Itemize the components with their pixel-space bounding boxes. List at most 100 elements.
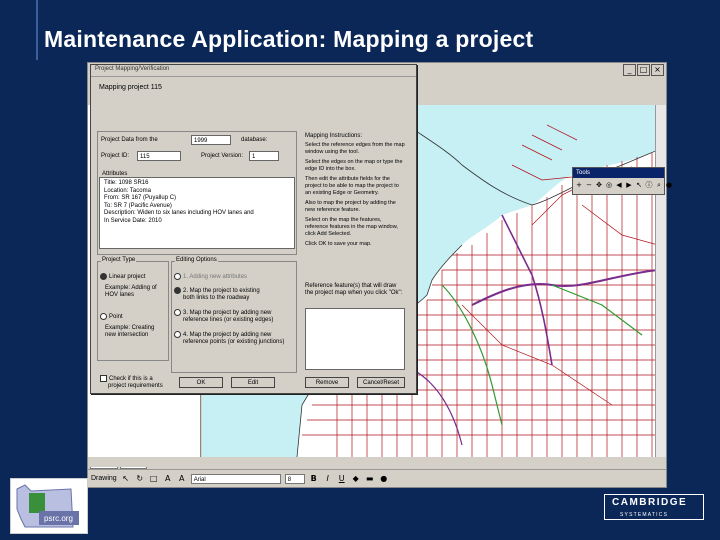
text-icon[interactable]: A xyxy=(163,474,173,484)
washington-state-icon: psrc.org xyxy=(16,484,79,528)
psrc-logo: psrc.org xyxy=(10,478,88,534)
attribute-line: To: SR 7 (Pacific Avenue) xyxy=(104,202,172,209)
rotate-icon[interactable]: ↻ xyxy=(135,474,145,484)
select-icon[interactable]: ↖ xyxy=(635,180,643,190)
dialog-title: Project Mapping/Verification xyxy=(95,66,170,72)
attribute-line: In Service Date: 2010 xyxy=(104,217,162,224)
cancel-reset-button[interactable]: Cancel/Reset xyxy=(357,377,405,388)
database-label: database: xyxy=(241,137,268,143)
ok-button[interactable]: OK xyxy=(179,377,223,388)
instruction-line: Select on the map the features, referenc… xyxy=(305,217,398,237)
status-bar xyxy=(88,457,666,467)
bold-icon[interactable]: B xyxy=(309,474,319,484)
radio-icon xyxy=(174,309,181,316)
region-shape xyxy=(29,493,45,513)
back-icon[interactable]: ◀ xyxy=(615,180,623,190)
project-id-field[interactable]: 115 xyxy=(137,151,181,161)
forward-icon[interactable]: ▶ xyxy=(625,180,633,190)
font-select[interactable]: Arial xyxy=(190,473,281,484)
radio-label: 4. Map the project by adding new xyxy=(183,332,272,339)
slide-title: Maintenance Application: Mapping a proje… xyxy=(44,26,534,52)
attribute-line: Title: 1098 SR16 xyxy=(104,180,149,186)
radio-icon xyxy=(174,287,181,294)
psrc-label: psrc.org xyxy=(44,514,73,523)
logo-subtitle: SYSTEMATICS xyxy=(620,512,669,518)
drawing-toolbar: Drawing ↖ ↻ □ A A Arial 8 B I U ◆ ▬ ● xyxy=(88,469,666,487)
attribute-line: From: SR 167 (Puyallup C) xyxy=(104,195,177,201)
instruction-line: Also to map the project by adding the ne… xyxy=(305,200,396,213)
instruction-line: Select the edges on the map or type the … xyxy=(305,159,403,172)
logo-word: CAMBRIDGE xyxy=(612,497,688,508)
maximize-icon[interactable]: □ xyxy=(637,64,650,76)
radio-label: Linear project xyxy=(109,274,146,281)
dialog-heading: Mapping project 115 xyxy=(99,84,162,91)
find-icon[interactable]: ⌕ xyxy=(655,180,663,190)
radio-linear-project[interactable]: Linear project xyxy=(100,273,145,280)
edit-option-2[interactable]: 2. Map the project to existing xyxy=(174,287,260,294)
project-type-title: Project Type xyxy=(101,257,137,263)
edit-option-1[interactable]: 1. Adding new attributes xyxy=(174,273,247,280)
identify-icon[interactable]: ⓘ xyxy=(645,180,653,190)
globe-icon[interactable]: ● xyxy=(665,180,673,190)
project-version-field[interactable]: 1 xyxy=(249,151,279,161)
map-vertical-scrollbar[interactable] xyxy=(655,105,666,457)
editing-options-title: Editing Options xyxy=(175,257,218,263)
edit-option-3-detail: reference lines (or existing edges) xyxy=(183,317,274,323)
radio-icon xyxy=(174,273,181,280)
zoom-in-icon[interactable]: + xyxy=(575,180,583,190)
radio-label: Point xyxy=(109,314,123,321)
reference-features-label: Reference feature(s) that will draw the … xyxy=(305,283,403,296)
attributes-label: Attributes xyxy=(101,171,129,177)
full-extent-icon[interactable]: ◎ xyxy=(605,180,613,190)
edit-option-2-detail: both links to the roadway xyxy=(183,295,250,301)
edit-option-3[interactable]: 3. Map the project by adding new xyxy=(174,309,271,316)
close-icon[interactable]: × xyxy=(651,64,664,76)
instructions-title: Mapping Instructions: xyxy=(305,133,363,139)
font-color-icon[interactable]: A xyxy=(177,474,187,484)
zoom-out-icon[interactable]: − xyxy=(585,180,593,190)
tools-row: + − ✥ ◎ ◀ ▶ ↖ ⓘ ⌕ ● xyxy=(575,180,673,190)
radio-label: 1. Adding new attributes xyxy=(183,274,248,281)
mapping-instructions: Mapping Instructions: Select the referen… xyxy=(305,133,405,248)
marker-color-icon[interactable]: ● xyxy=(379,474,389,484)
attribute-line: Location: Tacoma xyxy=(104,187,151,194)
checkbox-icon xyxy=(100,375,107,382)
underline-icon[interactable]: U xyxy=(337,474,347,484)
attribute-line: Description: Widen to six lanes includin… xyxy=(104,210,254,216)
point-example-text: Example: Creating new intersection xyxy=(105,325,155,338)
year-select[interactable]: 1999 xyxy=(191,135,231,145)
title-rule xyxy=(36,0,38,60)
drawing-menu[interactable]: Drawing xyxy=(91,475,117,482)
italic-icon[interactable]: I xyxy=(323,474,333,484)
attributes-list[interactable]: Title: 1098 SR16 Location: Tacoma From: … xyxy=(99,177,295,249)
instruction-line: Click OK to save your map. xyxy=(305,241,372,247)
line-color-icon[interactable]: ▬ xyxy=(365,474,375,484)
instruction-line: Select the reference edges from the map … xyxy=(305,142,405,155)
checkbox-label: Check if this is a xyxy=(109,376,153,383)
minimize-icon[interactable]: _ xyxy=(623,64,636,76)
radio-label: 3. Map the project by adding new xyxy=(183,310,272,317)
fill-color-icon[interactable]: ◆ xyxy=(351,474,361,484)
project-data-label: Project Data from the xyxy=(101,137,158,143)
instruction-line: Then edit the attribute fields for the p… xyxy=(305,176,399,196)
edit-option-4-detail: reference points (or existing junctions) xyxy=(183,339,285,345)
reference-features-list[interactable] xyxy=(305,308,405,370)
project-mapping-dialog: Project Mapping/Verification Mapping pro… xyxy=(90,64,417,394)
edit-option-4[interactable]: 4. Map the project by adding new xyxy=(174,331,271,338)
rectangle-icon[interactable]: □ xyxy=(149,474,159,484)
linear-example-text: Example: Adding of HOV lanes xyxy=(105,285,157,298)
remove-button[interactable]: Remove xyxy=(305,377,349,388)
checkbox-label-2: project requirements xyxy=(108,383,163,389)
requirements-checkbox[interactable]: Check if this is a xyxy=(100,375,153,382)
tools-toolbar: Tools + − ✥ ◎ ◀ ▶ ↖ ⓘ ⌕ ● xyxy=(572,167,672,195)
radio-point[interactable]: Point xyxy=(100,313,123,320)
font-size-select[interactable]: 8 xyxy=(284,473,305,484)
pointer-icon[interactable]: ↖ xyxy=(121,474,131,484)
tools-title: Tools xyxy=(573,168,664,178)
edit-button[interactable]: Edit xyxy=(231,377,275,388)
window-controls: _ □ × xyxy=(623,64,664,76)
radio-label: 2. Map the project to existing xyxy=(183,288,260,295)
dialog-titlebar: Project Mapping/Verification xyxy=(91,65,416,77)
radio-icon xyxy=(174,331,181,338)
pan-icon[interactable]: ✥ xyxy=(595,180,603,190)
